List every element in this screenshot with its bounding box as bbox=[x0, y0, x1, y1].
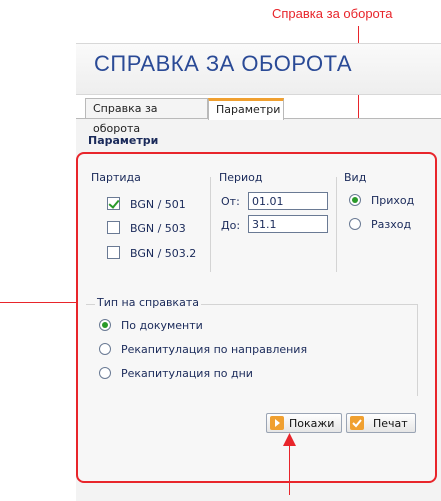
period-to-label: До: bbox=[221, 219, 241, 232]
period-to-input[interactable] bbox=[248, 215, 328, 233]
period-from-input[interactable] bbox=[248, 192, 328, 210]
report-type-label-directions: Рекапитулация по направления bbox=[121, 343, 308, 356]
callout-title-annotation: Справка за оборота bbox=[272, 6, 393, 21]
period-label: Период bbox=[217, 171, 265, 184]
print-button-label: Печат bbox=[373, 417, 408, 430]
show-button[interactable]: Покажи bbox=[266, 413, 342, 433]
bottom-arrow-line bbox=[289, 445, 290, 495]
report-type-radio-days[interactable] bbox=[99, 367, 111, 379]
tab-parameters[interactable]: Параметри bbox=[208, 98, 284, 120]
report-type-label: Тип на справката bbox=[95, 296, 201, 309]
partida-label-503-2: BGN / 503.2 bbox=[130, 247, 197, 260]
partida-label: Партида bbox=[89, 171, 143, 184]
vid-label-razhod: Разход bbox=[371, 218, 412, 231]
partida-checkbox-503[interactable] bbox=[107, 221, 120, 234]
print-button[interactable]: Печат bbox=[346, 413, 416, 433]
vid-label: Вид bbox=[342, 171, 369, 184]
arrow-right-icon bbox=[270, 416, 284, 430]
show-button-label: Покажи bbox=[289, 417, 335, 430]
vid-label-prihod: Приход bbox=[371, 194, 415, 207]
section-title: Параметри bbox=[88, 134, 159, 147]
period-from-label: От: bbox=[221, 195, 240, 208]
partida-checkbox-503-2[interactable] bbox=[107, 246, 120, 259]
report-type-radio-documents[interactable] bbox=[99, 319, 111, 331]
left-arrow-line bbox=[0, 302, 87, 303]
report-type-radio-directions[interactable] bbox=[99, 343, 111, 355]
page-title: СПРАВКА ЗА ОБОРОТА bbox=[94, 51, 353, 76]
checkmark-icon bbox=[350, 416, 364, 430]
partida-label-501: BGN / 501 bbox=[130, 198, 186, 211]
partida-label-503: BGN / 503 bbox=[130, 222, 186, 235]
report-type-label-documents: По документи bbox=[121, 319, 203, 332]
partida-checkbox-501[interactable] bbox=[107, 197, 120, 210]
vid-radio-prihod[interactable] bbox=[349, 194, 361, 206]
tab-report[interactable]: Справка за оборота bbox=[85, 98, 208, 135]
vid-radio-razhod[interactable] bbox=[349, 218, 361, 230]
report-type-label-days: Рекапитулация по дни bbox=[121, 367, 253, 380]
